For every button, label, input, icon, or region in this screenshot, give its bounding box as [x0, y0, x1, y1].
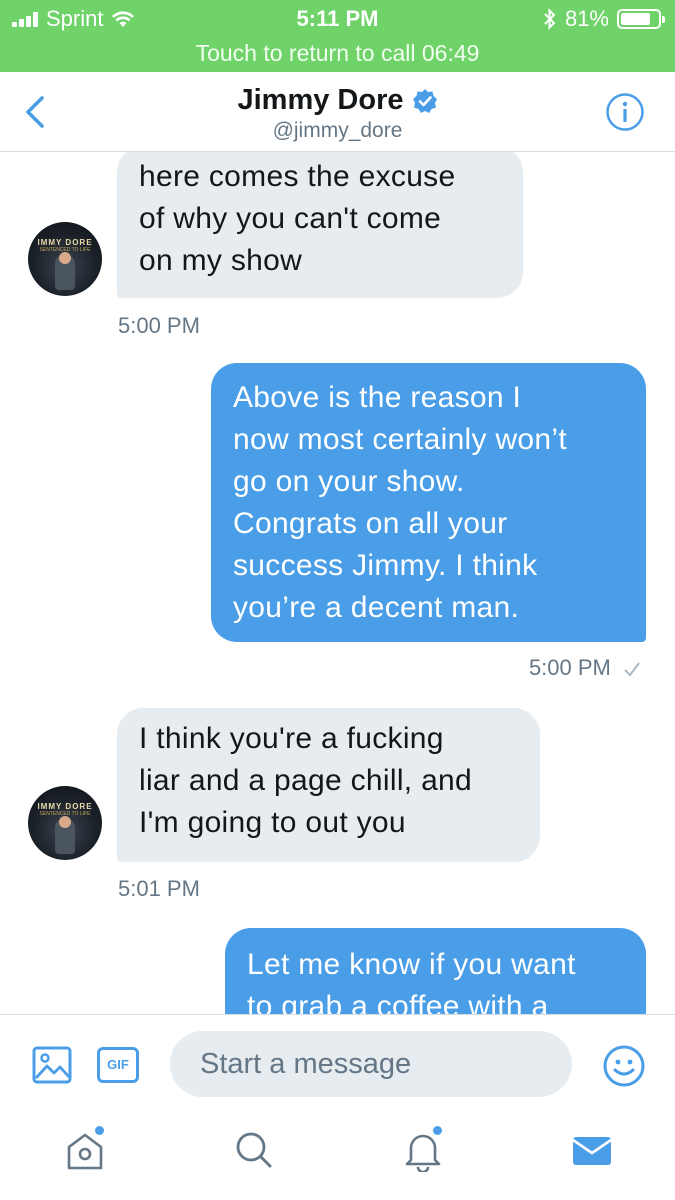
photo-icon[interactable]: [32, 1046, 72, 1084]
avatar[interactable]: IMMY DORE SENTENCED TO LIFE: [28, 222, 102, 296]
notification-dot: [433, 1126, 442, 1135]
tab-notifications[interactable]: [401, 1126, 445, 1174]
message-input[interactable]: [170, 1031, 572, 1097]
message-timestamp-outgoing: 5:00 PM: [529, 655, 641, 681]
return-to-call-banner[interactable]: Touch to return to call 06:49: [0, 40, 675, 67]
avatar-text: IMMY DORE: [37, 238, 93, 247]
info-icon[interactable]: [605, 92, 645, 132]
messages-icon: [572, 1137, 612, 1165]
message-line: Congrats on all your: [233, 507, 508, 540]
message-bubble-incoming[interactable]: I think you're a fucking liar and a page…: [117, 708, 540, 862]
message-line: on my show: [139, 244, 303, 277]
tab-search[interactable]: [232, 1128, 276, 1172]
message-line: success Jimmy. I think: [233, 549, 538, 582]
user-handle: @jimmy_dore: [272, 119, 403, 142]
conversation-header: Jimmy Dore @jimmy_dore: [0, 72, 675, 152]
message-line: now most certainly won’t: [233, 423, 567, 456]
notification-dot: [95, 1126, 104, 1135]
message-timestamp: 5:00 PM: [118, 313, 200, 338]
gif-button[interactable]: GIF: [97, 1047, 139, 1083]
verified-badge-icon: [412, 88, 437, 113]
status-row: Sprint 5:11 PM 81%: [0, 6, 675, 34]
message-line: liar and a page chill, and: [139, 764, 473, 797]
avatar-text: IMMY DORE: [37, 802, 93, 811]
user-name: Jimmy Dore: [237, 84, 437, 117]
tab-bar: [0, 1114, 675, 1200]
message-bubble-outgoing[interactable]: Let me know if you want to grab a coffee…: [225, 928, 646, 1014]
message-bubble-outgoing[interactable]: Above is the reason I now most certainly…: [211, 363, 646, 642]
message-line: you’re a decent man.: [233, 591, 520, 624]
tab-home[interactable]: [63, 1126, 107, 1172]
sent-check-icon: [624, 662, 640, 677]
avatar[interactable]: IMMY DORE SENTENCED TO LIFE: [28, 786, 102, 860]
message-line: I'm going to out you: [139, 806, 406, 839]
battery-icon: [617, 9, 665, 29]
tab-messages[interactable]: [570, 1128, 614, 1172]
message-line: go on your show.: [233, 465, 465, 498]
user-display-name: Jimmy Dore: [237, 84, 404, 116]
message-line: of why you can't come: [139, 202, 442, 235]
message-line: Above is the reason I: [233, 381, 522, 414]
right-status: 81%: [543, 6, 665, 32]
bluetooth-icon: [544, 8, 556, 30]
emoji-icon[interactable]: [603, 1045, 645, 1087]
status-bar[interactable]: Sprint 5:11 PM 81% Touch to return to ca…: [0, 0, 675, 72]
message-thread[interactable]: here comes the excuse of why you can't c…: [0, 152, 675, 1014]
message-time: 5:00 PM: [528, 655, 611, 680]
message-line: I think you're a fucking: [139, 722, 444, 755]
search-icon: [236, 1132, 272, 1168]
message-line: to grab a coffee with a: [247, 990, 549, 1014]
battery-percent: 81%: [564, 6, 609, 31]
message-timestamp: 5:01 PM: [118, 876, 200, 901]
message-line: here comes the excuse: [139, 160, 456, 193]
message-line: Let me know if you want: [247, 948, 576, 981]
message-bubble-incoming[interactable]: here comes the excuse of why you can't c…: [117, 152, 523, 298]
conversation-title[interactable]: Jimmy Dore @jimmy_dore: [0, 84, 675, 143]
compose-bar: GIF: [0, 1014, 675, 1114]
